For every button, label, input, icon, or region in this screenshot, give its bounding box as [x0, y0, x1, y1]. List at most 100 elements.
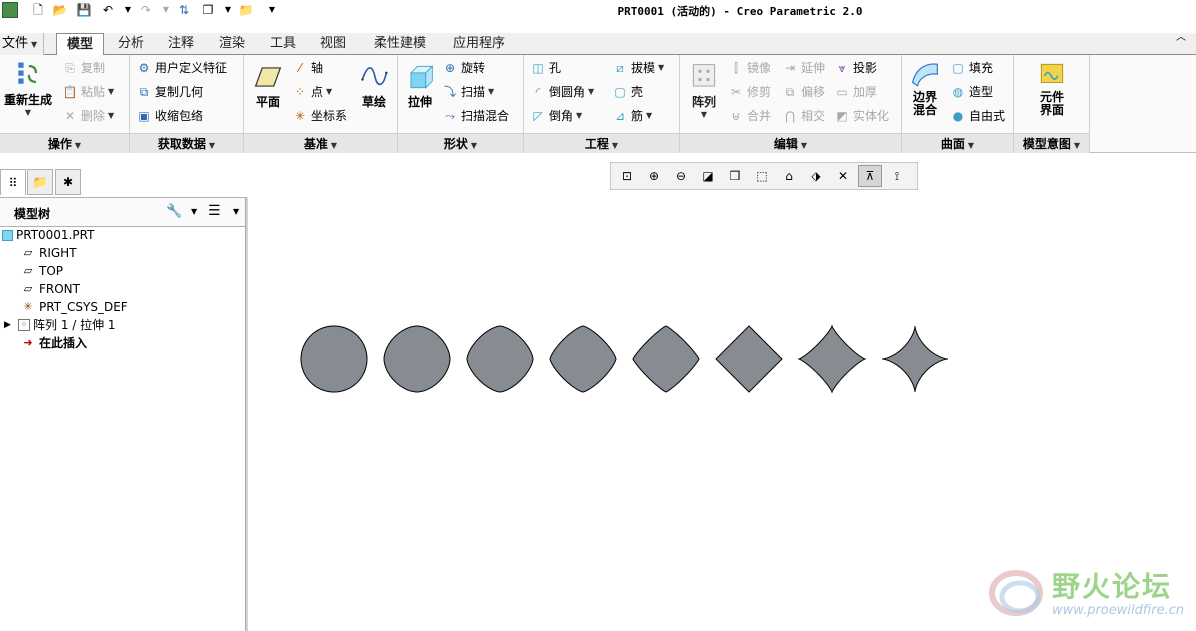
regenerate-button[interactable]: 重新生成 ▼ — [0, 59, 56, 117]
tab-model[interactable]: 模型 — [56, 33, 104, 56]
pattern-member-shape[interactable] — [383, 325, 451, 393]
customize-toolbar-icon[interactable]: ▼ — [264, 2, 280, 18]
pattern-member-shape[interactable] — [797, 324, 867, 394]
ribbon-collapse-icon[interactable]: ︿ — [1176, 28, 1186, 43]
saved-orientations-icon[interactable]: ⬚ — [750, 165, 774, 187]
panel-splitter[interactable] — [245, 197, 248, 631]
chamfer-button[interactable]: ◸ 倒角 ▼ — [530, 106, 582, 126]
csys-button[interactable]: ✳ 坐标系 — [292, 106, 347, 126]
tree-item-right[interactable]: ▱ RIGHT — [20, 244, 77, 262]
component-interface-button[interactable]: 元件界面 — [1030, 61, 1074, 117]
freestyle-button[interactable]: ● 自由式 — [950, 106, 1005, 126]
tree-item-insert-here[interactable]: ➜ 在此插入 — [20, 334, 87, 352]
pattern-member-shape[interactable] — [549, 325, 617, 393]
intersect-button[interactable]: ⋂ 相交 — [782, 106, 825, 126]
tab-view[interactable]: 视图 — [310, 33, 356, 55]
mirror-button[interactable]: ⫿ 镜像 — [728, 58, 771, 78]
tree-item-pattern[interactable]: ▶ ⁘ 阵列 1 / 拉伸 1 — [4, 316, 116, 334]
redo-icon[interactable]: ↷ — [138, 2, 154, 18]
pattern-member-shape[interactable] — [882, 326, 948, 392]
group-shapes-label[interactable]: 形状 ▼ — [398, 133, 523, 153]
rib-button[interactable]: ⊿ 筋 ▼ — [612, 106, 652, 126]
tree-item-part[interactable]: PRT0001.PRT — [2, 226, 94, 244]
hole-button[interactable]: ◫ 孔 — [530, 58, 561, 78]
chevron-down-icon[interactable]: ▼ — [191, 207, 197, 216]
group-operations-label[interactable]: 操作 ▼ — [0, 133, 129, 153]
new-file-icon[interactable]: 🗋 — [30, 2, 46, 18]
shrinkwrap-button[interactable]: ▣ 收缩包络 — [136, 106, 203, 126]
group-model-intent-label[interactable]: 模型意图 ▼ — [1014, 133, 1089, 153]
boundary-blend-button[interactable]: 边界混合 — [904, 61, 946, 117]
favorites-tab-icon[interactable]: ✱ — [55, 169, 81, 195]
folder-browser-tab-icon[interactable]: 📁 — [27, 169, 53, 195]
round-button[interactable]: ◜ 倒圆角 ▼ — [530, 82, 595, 102]
pattern-member-shape[interactable] — [715, 325, 783, 393]
solidify-button[interactable]: ◩ 实体化 — [834, 106, 889, 126]
tab-analysis[interactable]: 分析 — [108, 33, 154, 55]
udf-button[interactable]: ⚙ 用户定义特征 — [136, 58, 227, 78]
datum-display-icon[interactable]: ✕ — [831, 165, 855, 187]
model-tree-tab-icon[interactable]: ⠿ — [0, 169, 26, 195]
redo-dropdown-icon[interactable]: ▼ — [158, 2, 174, 18]
zoom-in-icon[interactable]: ⊕ — [642, 165, 666, 187]
tab-applications[interactable]: 应用程序 — [442, 33, 516, 55]
tab-render[interactable]: 渲染 — [208, 33, 256, 55]
thicken-button[interactable]: ▭ 加厚 — [834, 82, 877, 102]
tree-settings-icon[interactable]: 🔧 — [166, 204, 182, 219]
trim-button[interactable]: ✂ 修剪 — [728, 82, 771, 102]
close-window-icon[interactable]: 📁 — [238, 2, 254, 18]
swept-blend-button[interactable]: ⤳ 扫描混合 — [442, 106, 509, 126]
zoom-out-icon[interactable]: ⊖ — [669, 165, 693, 187]
tree-item-front[interactable]: ▱ FRONT — [20, 280, 80, 298]
offset-button[interactable]: ⧉ 偏移 — [782, 82, 825, 102]
display-style-icon[interactable]: ❒ — [723, 165, 747, 187]
view-manager-icon[interactable]: ⌂ — [777, 165, 801, 187]
perspective-icon[interactable]: ⬗ — [804, 165, 828, 187]
project-button[interactable]: ⩔ 投影 — [834, 58, 877, 78]
pattern-button[interactable]: 阵列 ▼ — [684, 63, 724, 119]
merge-button[interactable]: ⊎ 合并 — [728, 106, 771, 126]
chevron-down-icon[interactable]: ▼ — [233, 207, 239, 216]
repaint-icon[interactable]: ◪ — [696, 165, 720, 187]
shell-button[interactable]: ▢ 壳 — [612, 82, 643, 102]
delete-button[interactable]: ✕ 删除 ▼ — [62, 106, 114, 126]
windows-icon[interactable]: ❐ — [200, 2, 216, 18]
save-icon[interactable]: 💾 — [76, 2, 92, 18]
sweep-button[interactable]: ⤵ 扫描 ▼ — [442, 82, 494, 102]
revolve-button[interactable]: ⊕ 旋转 — [442, 58, 485, 78]
copy-geometry-button[interactable]: ⧉ 复制几何 — [136, 82, 203, 102]
plane-button[interactable]: 平面 — [248, 63, 288, 110]
windows-dropdown-icon[interactable]: ▼ — [220, 2, 236, 18]
group-engineering-label[interactable]: 工程 ▼ — [524, 133, 679, 153]
tab-flexible-modeling[interactable]: 柔性建模 — [362, 33, 438, 55]
expand-arrow-icon[interactable]: ▶ — [4, 316, 18, 334]
tab-annotate[interactable]: 注释 — [158, 33, 204, 55]
group-surfaces-label[interactable]: 曲面 ▼ — [902, 133, 1013, 153]
spin-center-icon[interactable]: ⊼ — [858, 165, 882, 187]
style-button[interactable]: ◍ 造型 — [950, 82, 993, 102]
undo-icon[interactable]: ↶ — [100, 2, 116, 18]
group-get-data-label[interactable]: 获取数据 ▼ — [130, 133, 243, 153]
tree-item-top[interactable]: ▱ TOP — [20, 262, 63, 280]
regenerate-icon[interactable]: ⇅ — [176, 2, 192, 18]
group-datum-label[interactable]: 基准 ▼ — [244, 133, 397, 153]
draft-button[interactable]: ⧄ 拔模 ▼ — [612, 58, 664, 78]
show-filter-icon[interactable]: ☰ — [208, 203, 221, 219]
undo-dropdown-icon[interactable]: ▼ — [120, 2, 136, 18]
pattern-member-shape[interactable] — [632, 325, 700, 393]
paste-button[interactable]: 📋 粘贴 ▼ — [62, 82, 115, 102]
pattern-member-shape[interactable] — [300, 325, 368, 393]
point-button[interactable]: ⁘ 点 ▼ — [292, 82, 332, 102]
annotation-display-icon[interactable]: ⟟ — [885, 165, 909, 187]
pattern-member-shape[interactable] — [466, 325, 534, 393]
axis-button[interactable]: ⁄ 轴 — [292, 58, 323, 78]
extrude-button[interactable]: 拉伸 — [400, 63, 440, 110]
file-menu[interactable]: 文件 ▼ — [0, 33, 44, 55]
app-icon[interactable] — [2, 2, 18, 18]
copy-button[interactable]: ⎘ 复制 — [62, 58, 105, 78]
refit-icon[interactable]: ⊡ — [615, 165, 639, 187]
tab-tools[interactable]: 工具 — [260, 33, 306, 55]
tree-item-csys[interactable]: ✳ PRT_CSYS_DEF — [20, 298, 127, 316]
open-folder-icon[interactable]: 📂 — [52, 2, 68, 18]
fill-button[interactable]: ▢ 填充 — [950, 58, 993, 78]
